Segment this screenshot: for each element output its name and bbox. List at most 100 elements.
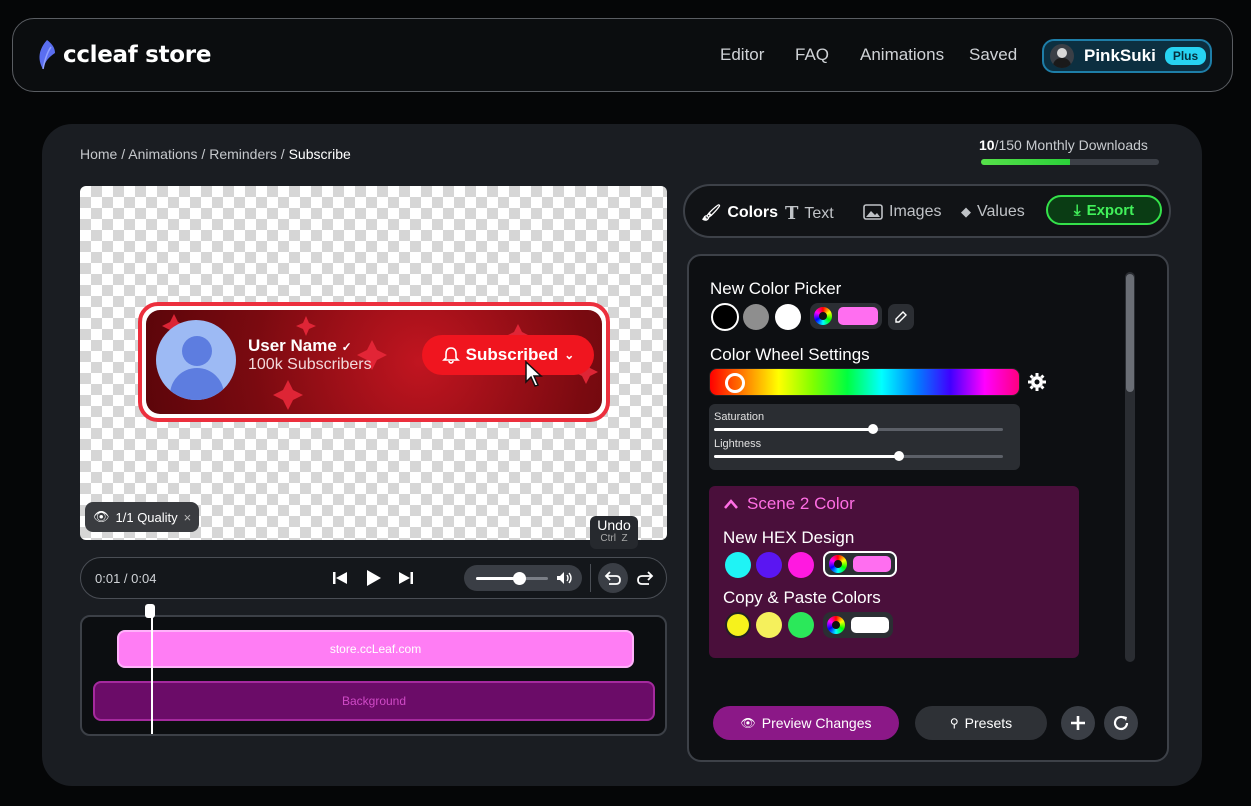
undo-button[interactable]	[598, 563, 628, 593]
timeline-track-background[interactable]: Background	[93, 681, 655, 721]
lightness-knob[interactable]	[893, 451, 904, 461]
saturation-slider[interactable]	[714, 424, 1003, 434]
username: PinkSuki	[1084, 46, 1156, 65]
swatch-light-yellow[interactable]	[756, 612, 782, 638]
brush-icon: 🖌	[701, 205, 722, 222]
tab-text[interactable]: T Text	[785, 203, 834, 224]
eyedropper-button[interactable]	[888, 304, 914, 330]
breadcrumb: Home / Animations / Reminders / Subscrib…	[80, 146, 351, 162]
breadcrumb-home[interactable]: Home	[80, 146, 117, 162]
hue-slider[interactable]	[709, 368, 1020, 396]
swatch-yellow[interactable]	[725, 612, 751, 638]
timeline[interactable]: store.ccLeaf.com Background	[80, 615, 667, 736]
text-icon: T	[785, 203, 799, 224]
swatch-black[interactable]	[711, 303, 739, 331]
section-title-color-wheel: Color Wheel Settings	[710, 345, 870, 364]
section-title-copy-paste: Copy & Paste Colors	[723, 588, 881, 607]
swatch-gray[interactable]	[743, 304, 769, 330]
volume-track	[476, 572, 548, 585]
verified-icon: ✓	[341, 340, 352, 354]
nav-animations[interactable]: Animations	[860, 45, 944, 65]
user-avatar	[1050, 44, 1074, 68]
picked-color-preview	[838, 307, 878, 325]
tab-images[interactable]: Images	[863, 203, 941, 221]
volume-icon[interactable]	[556, 571, 574, 585]
brand-name: ccleaf store	[63, 42, 212, 68]
picked-color-preview	[853, 556, 891, 572]
brand-logo[interactable]: ccleaf store	[37, 39, 211, 71]
presets-button[interactable]: ⚲ Presets	[915, 706, 1047, 740]
hex-color-picker[interactable]	[823, 551, 897, 577]
diamond-icon: ◆	[961, 204, 971, 219]
subscriber-count: 100k Subscribers	[248, 356, 372, 373]
color-wheel-icon	[814, 307, 832, 325]
picked-color-preview	[851, 617, 889, 633]
timeline-track-url[interactable]: store.ccLeaf.com	[117, 630, 634, 668]
editor-card: Home / Animations / Reminders / Subscrib…	[42, 124, 1202, 786]
scene-color-section: Scene 2 Color New HEX Design Copy & Past…	[709, 486, 1079, 658]
bell-icon	[441, 347, 460, 364]
scrollbar-thumb[interactable]	[1126, 274, 1134, 392]
swatch-green[interactable]	[788, 612, 814, 638]
saturation-knob[interactable]	[867, 424, 878, 434]
close-icon[interactable]: ×	[184, 510, 192, 525]
add-button[interactable]	[1061, 706, 1095, 740]
refresh-icon	[1113, 715, 1129, 731]
chevron-down-icon: ⌄	[564, 348, 575, 362]
breadcrumb-current: Subscribe	[288, 146, 351, 162]
skip-back-icon[interactable]	[332, 571, 348, 585]
swatch-cyan[interactable]	[725, 552, 751, 578]
gear-icon[interactable]	[1027, 372, 1047, 392]
swatch-magenta[interactable]	[788, 552, 814, 578]
playhead[interactable]	[150, 617, 153, 734]
nav-faq[interactable]: FAQ	[795, 45, 829, 65]
editor-tabs: 🖌 Colors T Text Images ◆ Values ⤓ Export	[683, 184, 1171, 238]
color-wheel-icon	[827, 616, 845, 634]
custom-color-picker[interactable]	[810, 303, 882, 329]
hue-knob[interactable]	[725, 373, 746, 393]
panel-scrollbar[interactable]	[1125, 272, 1135, 662]
playhead-handle[interactable]	[145, 604, 156, 618]
play-icon[interactable]	[363, 568, 383, 588]
volume-knob[interactable]	[513, 572, 527, 585]
breadcrumb-animations[interactable]: Animations	[128, 146, 197, 162]
leaf-icon	[39, 40, 55, 70]
user-menu[interactable]: PinkSuki Plus	[1042, 39, 1212, 73]
nav-editor[interactable]: Editor	[720, 45, 764, 65]
subscribe-button[interactable]: Subscribed ⌄	[422, 335, 594, 375]
preview-changes-button[interactable]: 👁 Preview Changes	[713, 706, 899, 740]
scene-toggle[interactable]: Scene 2 Color	[723, 494, 855, 514]
tab-values[interactable]: ◆ Values	[961, 203, 1025, 221]
preset-icon: ⚲	[949, 716, 959, 730]
section-title-hex-design: New HEX Design	[723, 528, 855, 547]
eyedropper-icon	[895, 311, 907, 323]
eye-icon: 👁	[740, 716, 756, 730]
breadcrumb-reminders[interactable]: Reminders	[209, 146, 277, 162]
skip-forward-icon[interactable]	[398, 571, 414, 585]
chevron-up-icon	[724, 499, 738, 509]
plan-badge: Plus	[1164, 47, 1207, 65]
colors-panel: New Color Picker Color Wheel Settings Sa…	[687, 254, 1169, 762]
swatch-violet[interactable]	[756, 552, 782, 578]
subscriber-avatar	[156, 320, 236, 400]
copy-color-picker[interactable]	[823, 612, 893, 638]
downloads-counter: 10/150 Monthly Downloads	[979, 137, 1148, 153]
volume-control[interactable]	[464, 565, 582, 591]
channel-name: User Name ✓	[248, 336, 352, 355]
animation-preview[interactable]: User Name ✓ 100k Subscribers Subscribed …	[80, 186, 667, 540]
saturation-label: Saturation	[714, 411, 765, 423]
undo-tooltip: Undo Ctrl Z	[590, 516, 638, 549]
reset-button[interactable]	[1104, 706, 1138, 740]
plus-icon	[1071, 716, 1085, 730]
lightness-label: Lightness	[714, 438, 762, 450]
image-icon	[863, 204, 883, 220]
tab-colors[interactable]: 🖌 Colors	[701, 203, 778, 223]
nav-saved[interactable]: Saved	[969, 45, 1017, 65]
redo-icon[interactable]	[636, 570, 654, 586]
swatch-white[interactable]	[775, 304, 801, 330]
export-button[interactable]: ⤓ Export	[1046, 195, 1162, 225]
top-header: ccleaf store Editor FAQ Animations Saved…	[12, 18, 1233, 92]
time-readout: 0:01 / 0:04	[95, 571, 157, 586]
quality-chip[interactable]: 👁 1/1 Quality ×	[85, 502, 200, 532]
lightness-slider[interactable]	[714, 451, 1003, 461]
